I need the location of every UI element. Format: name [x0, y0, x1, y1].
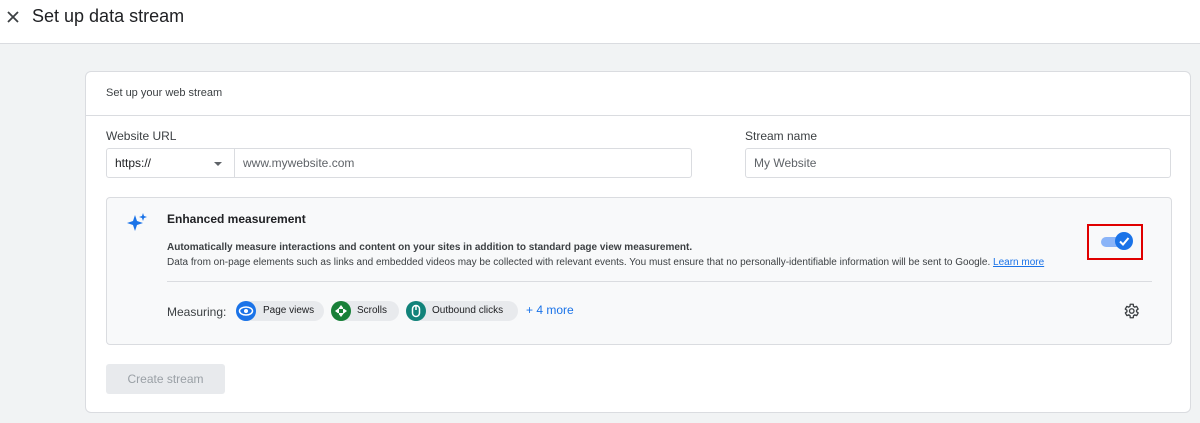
check-icon — [1119, 237, 1130, 246]
card-header: Set up your web stream — [86, 72, 1190, 116]
learn-more-link[interactable]: Learn more — [993, 257, 1044, 268]
page-title: Set up data stream — [32, 6, 185, 26]
mouse-icon — [406, 301, 426, 321]
web-stream-card: Set up your web stream Website URL https… — [85, 71, 1191, 413]
eye-icon — [236, 301, 256, 321]
stream-name-label: Stream name — [745, 129, 818, 143]
more-measurements-link[interactable]: + 4 more — [526, 303, 574, 317]
create-stream-button[interactable]: Create stream — [106, 364, 225, 394]
sparkle-icon — [127, 213, 147, 231]
protocol-select[interactable]: https:// — [107, 149, 235, 177]
chevron-down-icon — [214, 162, 222, 166]
protocol-value: https:// — [115, 156, 152, 170]
scroll-icon — [331, 301, 351, 321]
enhanced-measurement-toggle[interactable] — [1087, 224, 1143, 260]
chip-label: Outbound clicks — [432, 305, 504, 316]
stream-name-input[interactable] — [745, 148, 1171, 178]
enhanced-measurement-panel: Enhanced measurement Automatically measu… — [106, 197, 1172, 345]
toggle-knob — [1115, 232, 1133, 250]
chip-page-views: Page views — [236, 301, 324, 321]
chip-label: Page views — [263, 305, 315, 316]
chip-outbound-clicks: Outbound clicks — [406, 301, 518, 321]
chip-label: Scrolls — [357, 305, 388, 316]
close-icon[interactable] — [4, 8, 22, 26]
enhanced-measurement-description: Data from on-page elements such as links… — [167, 257, 1044, 268]
top-bar: Set up data stream — [0, 0, 1200, 44]
website-url-field: https:// — [106, 148, 692, 178]
enhanced-measurement-title: Enhanced measurement — [167, 212, 306, 226]
measuring-label: Measuring: — [167, 305, 227, 319]
website-url-label: Website URL — [106, 129, 177, 143]
divider — [167, 281, 1152, 282]
description-text: Data from on-page elements such as links… — [167, 257, 991, 268]
chip-scrolls: Scrolls — [331, 301, 399, 321]
enhanced-measurement-summary: Automatically measure interactions and c… — [167, 242, 693, 253]
card-heading: Set up your web stream — [106, 87, 223, 99]
gear-icon[interactable] — [1122, 302, 1140, 320]
website-url-input[interactable] — [235, 149, 691, 177]
